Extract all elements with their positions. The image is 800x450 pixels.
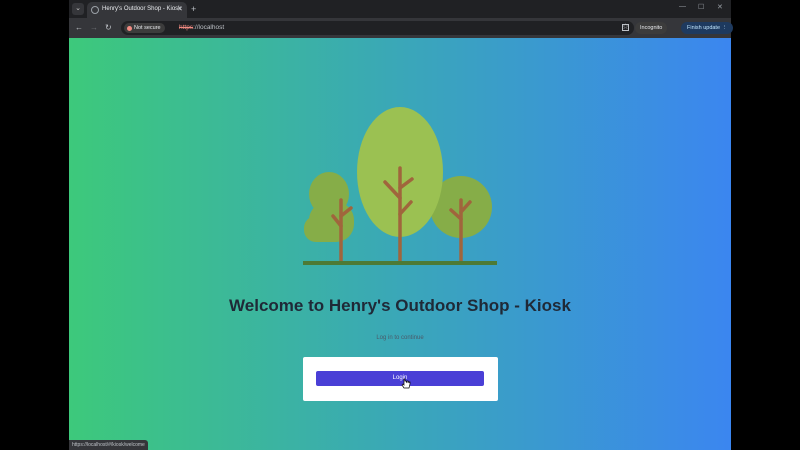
security-label: Not secure — [134, 25, 161, 31]
status-bar: https://localhost/#/kiosk/welcome — [69, 440, 148, 450]
tab-active[interactable]: Henry's Outdoor Shop - Kiosk ✕ — [87, 2, 187, 18]
back-icon[interactable]: ← — [75, 23, 83, 33]
finish-update-label: Finish update — [687, 25, 721, 31]
address-bar[interactable]: Not secure https://localhost ☆ — [121, 21, 634, 35]
left-letterbox — [0, 0, 69, 450]
page-title: Welcome to Henry's Outdoor Shop - Kiosk — [229, 296, 571, 315]
chevron-down-icon[interactable]: ⌄ — [72, 3, 84, 15]
maximize-icon[interactable]: ☐ — [698, 3, 704, 11]
right-letterbox — [731, 0, 800, 450]
globe-icon — [91, 6, 99, 14]
trees-illustration — [303, 107, 497, 265]
more-vert-icon: ⋮ — [721, 25, 728, 31]
page-subtitle: Log in to continue — [376, 335, 424, 341]
tab-strip: ⌄ Henry's Outdoor Shop - Kiosk ✕ + — ☐ ✕ — [69, 0, 731, 18]
toolbar: ← → ↻ Not secure https://localhost ☆ Inc… — [69, 18, 734, 38]
security-chip[interactable]: Not secure — [124, 23, 165, 33]
close-icon[interactable]: ✕ — [177, 5, 183, 13]
tab-title: Henry's Outdoor Shop - Kiosk — [102, 6, 182, 12]
login-button[interactable]: Login — [316, 371, 484, 386]
login-card: Login — [303, 357, 498, 401]
close-window-icon[interactable]: ✕ — [717, 3, 723, 11]
browser-window: ⌄ Henry's Outdoor Shop - Kiosk ✕ + — ☐ ✕… — [69, 0, 734, 450]
new-tab-button[interactable]: + — [191, 3, 196, 15]
hand-cursor-icon — [401, 378, 411, 389]
forward-icon[interactable]: → — [90, 23, 98, 33]
url-scheme: https — [179, 24, 194, 31]
finish-update-button[interactable]: Finish update ⋮ — [681, 22, 734, 34]
warning-icon — [127, 25, 132, 31]
incognito-badge[interactable]: Incognito — [635, 22, 668, 34]
page-viewport: Welcome to Henry's Outdoor Shop - Kiosk … — [69, 38, 731, 450]
incognito-label: Incognito — [640, 25, 663, 31]
side-panel-icon[interactable] — [622, 24, 629, 31]
url-host: ://localhost — [193, 24, 225, 31]
reload-icon[interactable]: ↻ — [105, 23, 112, 33]
url-text[interactable]: https://localhost — [179, 23, 224, 33]
minimize-icon[interactable]: — — [679, 3, 686, 10]
